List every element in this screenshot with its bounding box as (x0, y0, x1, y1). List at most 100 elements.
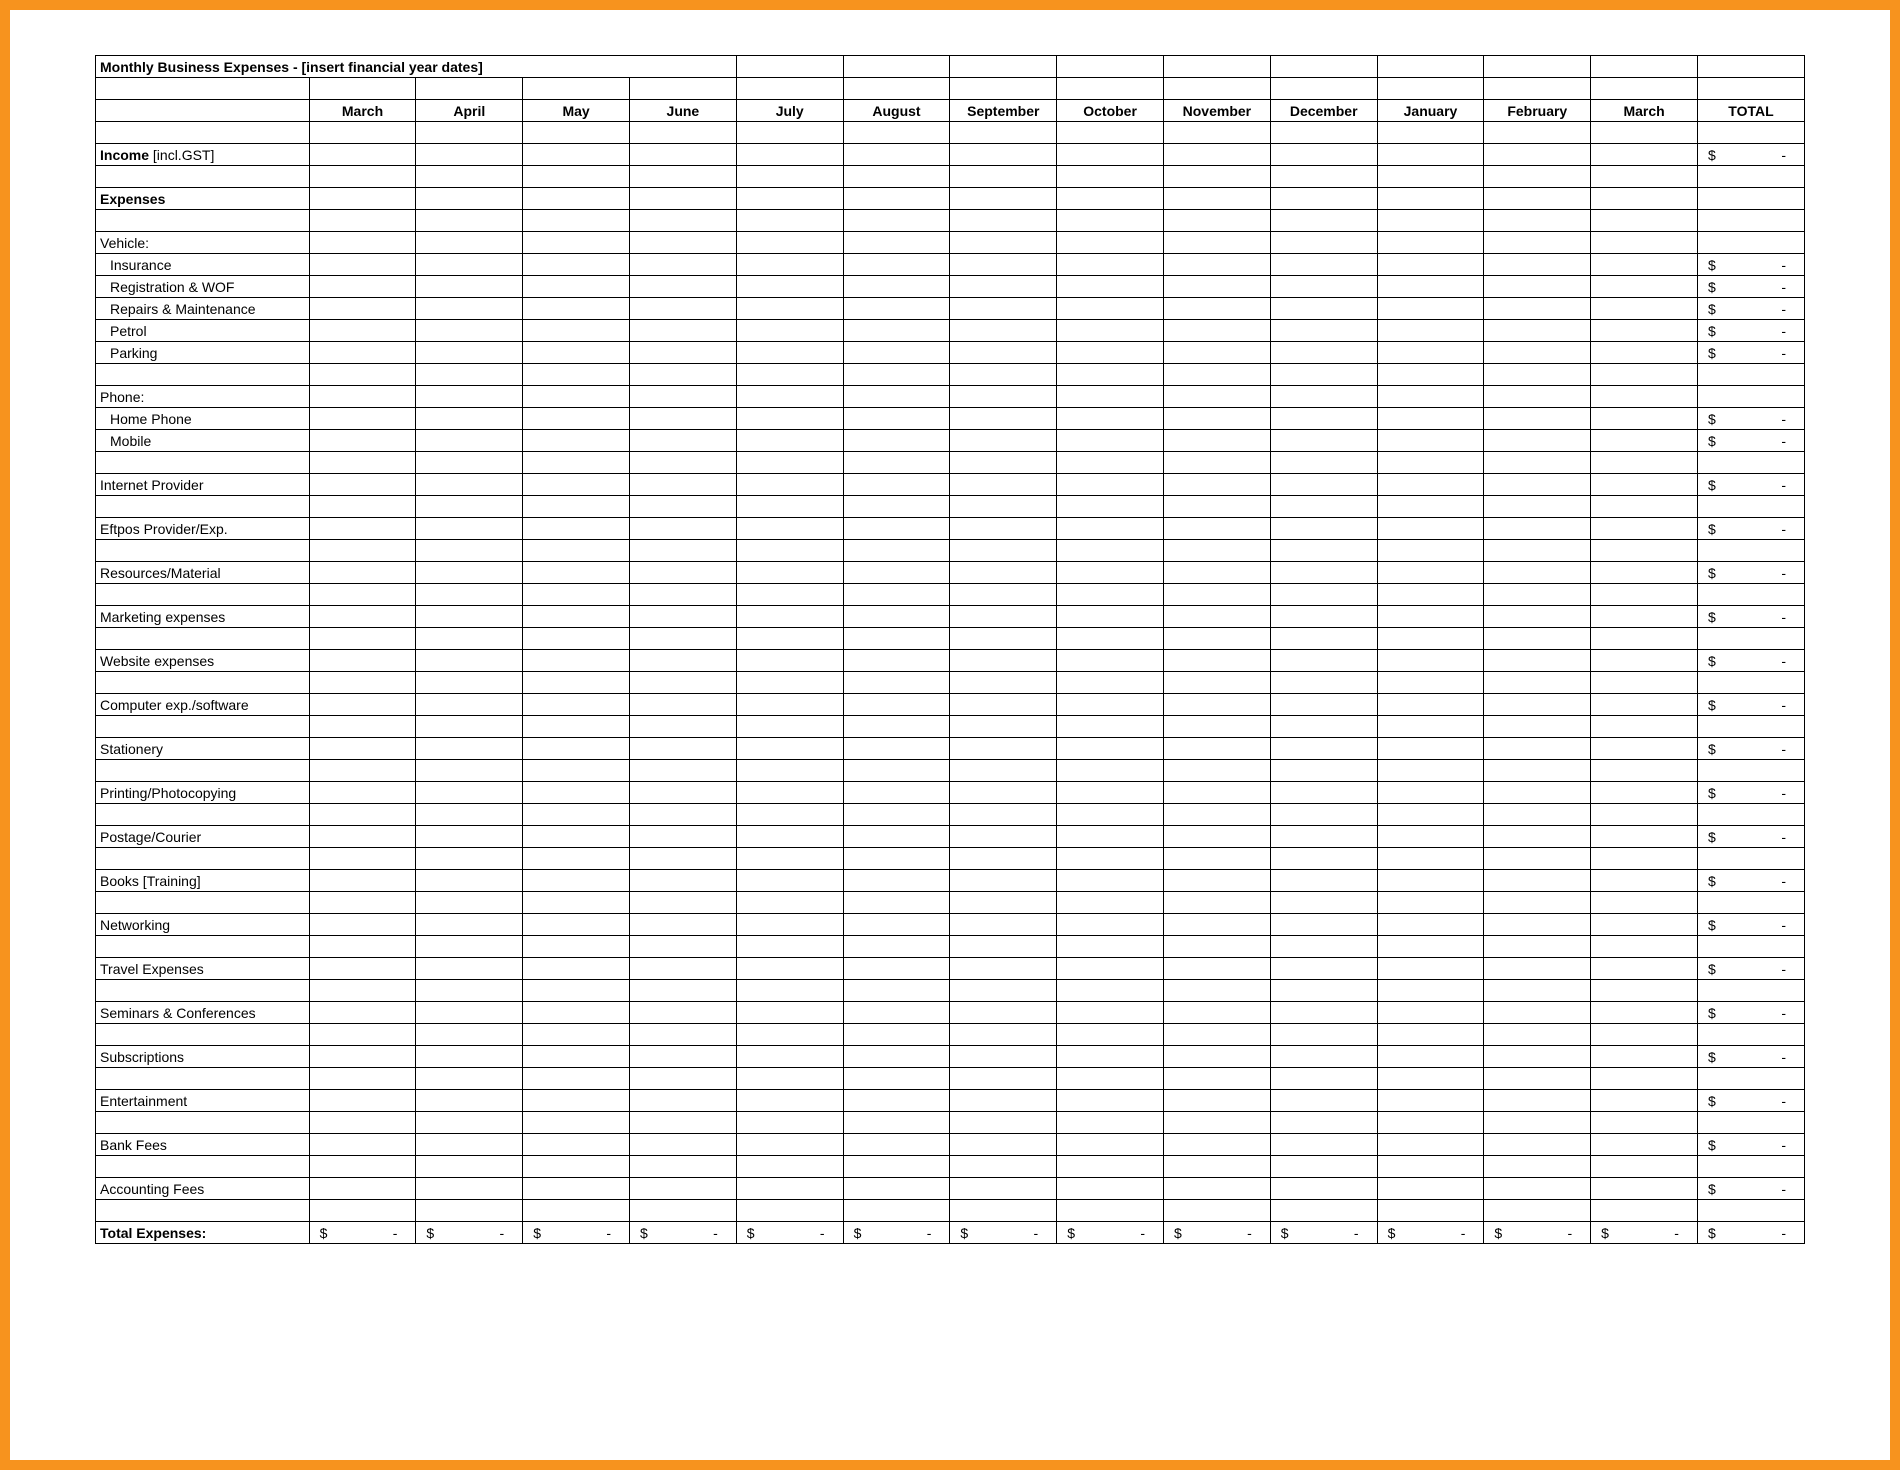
month-cell[interactable] (523, 738, 630, 760)
month-cell[interactable] (950, 870, 1057, 892)
month-cell[interactable] (1591, 958, 1698, 980)
month-cell[interactable] (523, 782, 630, 804)
month-cell[interactable] (843, 738, 950, 760)
month-cell[interactable] (736, 1134, 843, 1156)
month-cell[interactable] (1591, 1134, 1698, 1156)
month-cell[interactable] (309, 408, 416, 430)
month-cell[interactable] (1270, 408, 1377, 430)
month-cell[interactable] (1484, 408, 1591, 430)
month-cell[interactable] (1163, 562, 1270, 584)
month-cell[interactable] (950, 276, 1057, 298)
month-cell[interactable] (1591, 474, 1698, 496)
month-cell[interactable] (736, 342, 843, 364)
month-cell[interactable] (630, 738, 737, 760)
month-cell[interactable] (1163, 1090, 1270, 1112)
month-cell[interactable] (1484, 320, 1591, 342)
month-cell[interactable] (630, 298, 737, 320)
month-cell[interactable] (630, 1002, 737, 1024)
month-cell[interactable] (416, 1090, 523, 1112)
month-cell[interactable] (1270, 518, 1377, 540)
month-cell[interactable] (630, 408, 737, 430)
month-cell[interactable] (630, 320, 737, 342)
month-cell[interactable] (1163, 650, 1270, 672)
month-cell[interactable] (736, 694, 843, 716)
month-cell[interactable] (416, 342, 523, 364)
month-cell[interactable] (736, 408, 843, 430)
month-cell[interactable] (1484, 1002, 1591, 1024)
month-cell[interactable] (630, 606, 737, 628)
month-cell[interactable] (1270, 342, 1377, 364)
month-cell[interactable] (1377, 298, 1484, 320)
month-cell[interactable] (1163, 342, 1270, 364)
month-cell[interactable] (416, 254, 523, 276)
month-cell[interactable] (630, 254, 737, 276)
month-cell[interactable] (1057, 342, 1164, 364)
month-cell[interactable] (309, 606, 416, 628)
month-cell[interactable] (1163, 518, 1270, 540)
month-cell[interactable] (1591, 320, 1698, 342)
month-cell[interactable] (1484, 518, 1591, 540)
month-cell[interactable] (416, 738, 523, 760)
month-cell[interactable] (630, 342, 737, 364)
month-cell[interactable] (523, 320, 630, 342)
month-cell[interactable] (736, 870, 843, 892)
month-cell[interactable] (843, 958, 950, 980)
month-cell[interactable] (1377, 474, 1484, 496)
month-cell[interactable] (1484, 562, 1591, 584)
month-cell[interactable] (1057, 782, 1164, 804)
month-cell[interactable] (309, 430, 416, 452)
month-cell[interactable] (1163, 430, 1270, 452)
month-cell[interactable] (736, 738, 843, 760)
month-cell[interactable] (523, 298, 630, 320)
month-cell[interactable] (523, 518, 630, 540)
month-cell[interactable] (416, 826, 523, 848)
month-cell[interactable] (950, 1134, 1057, 1156)
month-cell[interactable] (416, 870, 523, 892)
month-cell[interactable] (523, 650, 630, 672)
month-cell[interactable] (736, 562, 843, 584)
month-cell[interactable] (1484, 276, 1591, 298)
month-cell[interactable] (1377, 562, 1484, 584)
month-cell[interactable] (523, 408, 630, 430)
month-cell[interactable] (1057, 562, 1164, 584)
month-cell[interactable] (523, 914, 630, 936)
month-cell[interactable] (950, 606, 1057, 628)
month-cell[interactable] (416, 1002, 523, 1024)
month-cell[interactable] (1057, 518, 1164, 540)
month-cell[interactable] (309, 826, 416, 848)
month-cell[interactable] (309, 694, 416, 716)
month-cell[interactable] (950, 650, 1057, 672)
month-cell[interactable] (1484, 914, 1591, 936)
month-cell[interactable] (1163, 408, 1270, 430)
month-cell[interactable] (1377, 1134, 1484, 1156)
month-cell[interactable] (1163, 606, 1270, 628)
month-cell[interactable] (1270, 914, 1377, 936)
month-cell[interactable] (736, 518, 843, 540)
month-cell[interactable] (523, 342, 630, 364)
month-cell[interactable] (1270, 1002, 1377, 1024)
month-cell[interactable] (1057, 1002, 1164, 1024)
month-cell[interactable] (416, 408, 523, 430)
month-cell[interactable] (1057, 650, 1164, 672)
month-cell[interactable] (1057, 254, 1164, 276)
month-cell[interactable] (630, 958, 737, 980)
month-cell[interactable] (1484, 826, 1591, 848)
month-cell[interactable] (1163, 276, 1270, 298)
month-cell[interactable] (843, 408, 950, 430)
month-cell[interactable] (950, 144, 1057, 166)
month-cell[interactable] (1484, 694, 1591, 716)
month-cell[interactable] (1484, 1134, 1591, 1156)
month-cell[interactable] (950, 320, 1057, 342)
month-cell[interactable] (843, 1134, 950, 1156)
month-cell[interactable] (950, 1046, 1057, 1068)
month-cell[interactable] (1163, 782, 1270, 804)
month-cell[interactable] (1270, 1134, 1377, 1156)
month-cell[interactable] (416, 276, 523, 298)
month-cell[interactable] (1591, 826, 1698, 848)
month-cell[interactable] (1270, 1178, 1377, 1200)
month-cell[interactable] (523, 474, 630, 496)
month-cell[interactable] (1377, 782, 1484, 804)
month-cell[interactable] (1377, 606, 1484, 628)
month-cell[interactable] (309, 276, 416, 298)
month-cell[interactable] (1057, 1178, 1164, 1200)
